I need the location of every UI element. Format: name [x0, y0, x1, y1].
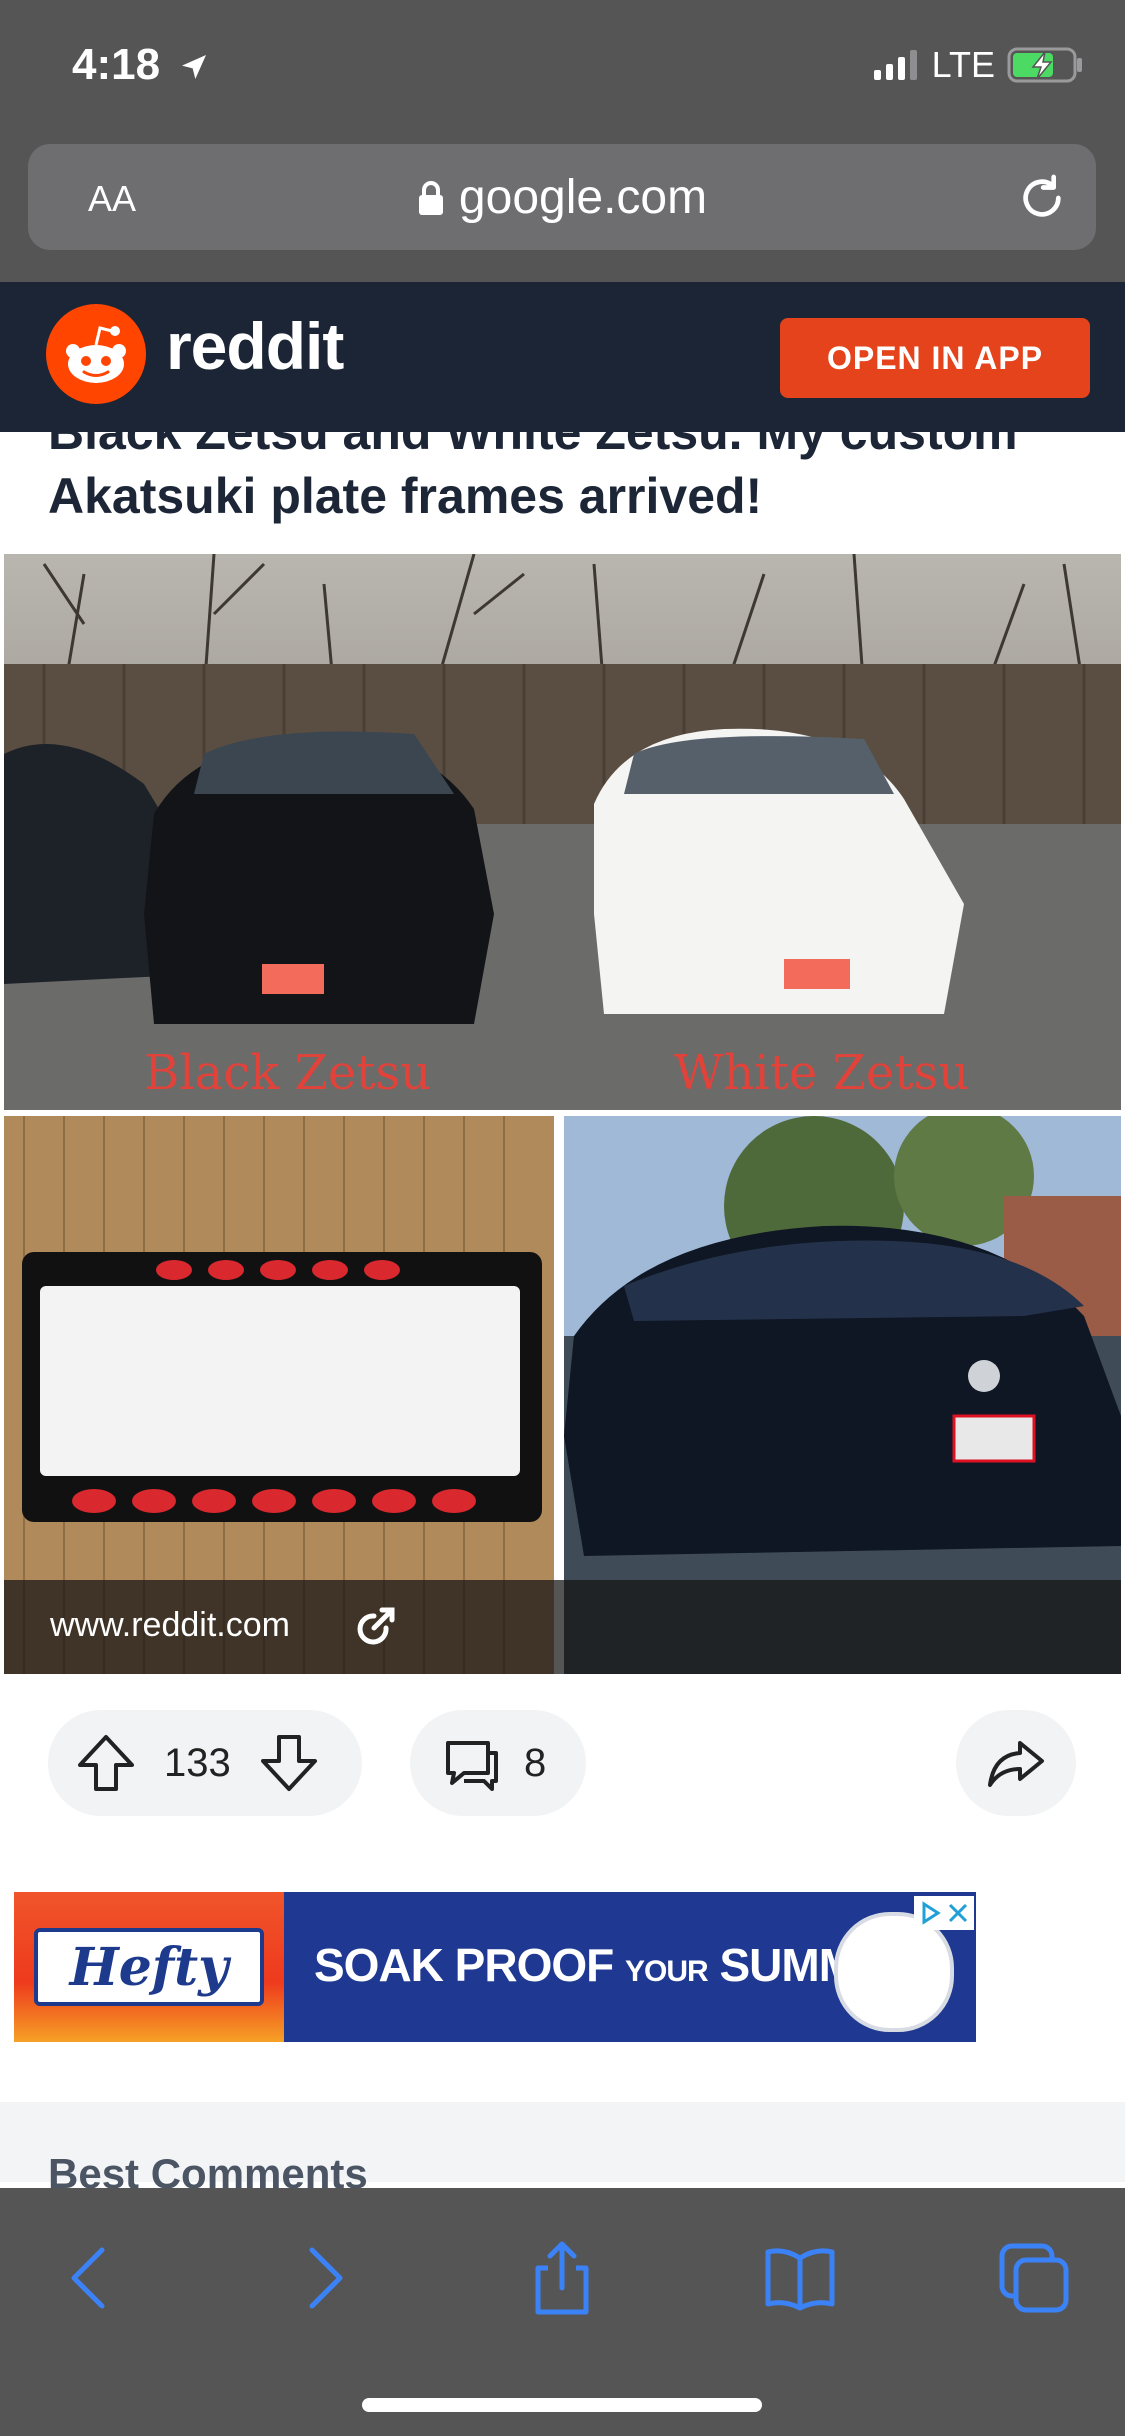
- comment-count: 8: [524, 1740, 547, 1785]
- reload-icon[interactable]: [1014, 170, 1070, 226]
- post-image-gallery[interactable]: Black Zetsu White Zetsu www.reddit.com: [4, 554, 1121, 1674]
- home-indicator[interactable]: [362, 2398, 762, 2412]
- external-link-bar[interactable]: www.reddit.com: [4, 1580, 1121, 1674]
- hefty-ad-banner[interactable]: Hefty SOAK PROOF YOUR SUMMER: [14, 1892, 976, 2042]
- back-chevron-icon[interactable]: [52, 2238, 132, 2318]
- upvote-arrow-icon[interactable]: [74, 1731, 138, 1795]
- white-zetsu-caption: White Zetsu: [674, 1045, 969, 1101]
- ad-headline-part1: SOAK PROOF: [314, 1939, 614, 1991]
- vote-count: 133: [164, 1740, 231, 1785]
- network-type: LTE: [931, 44, 995, 85]
- ad-headline: SOAK PROOF YOUR SUMMER: [314, 1938, 919, 1992]
- vote-controls: 133: [48, 1710, 362, 1816]
- status-time: 4:18: [72, 40, 210, 90]
- url-display[interactable]: google.com: [28, 170, 1096, 228]
- url-text: google.com: [458, 171, 708, 224]
- forward-chevron-icon[interactable]: [282, 2238, 362, 2318]
- open-in-app-button[interactable]: OPEN IN APP: [780, 318, 1090, 398]
- lock-icon: [418, 180, 443, 215]
- ad-product-plate-image: [834, 1912, 954, 2032]
- close-icon[interactable]: [946, 1901, 970, 1925]
- black-zetsu-caption: Black Zetsu: [144, 1045, 431, 1101]
- link-domain: www.reddit.com: [50, 1606, 290, 1644]
- reddit-header: reddit OPEN IN APP: [0, 282, 1125, 432]
- status-indicators: LTE: [873, 44, 1085, 86]
- post-title[interactable]: Black Zetsu and White Zetsu. My custom A…: [48, 432, 1088, 528]
- address-bar[interactable]: AA google.com: [28, 144, 1096, 250]
- ad-choices-close[interactable]: [914, 1896, 974, 1930]
- external-link-icon: [357, 1607, 395, 1645]
- share-button[interactable]: [956, 1710, 1076, 1816]
- location-arrow-icon: [182, 55, 207, 80]
- battery-charging-icon: [1007, 47, 1082, 83]
- tabs-icon[interactable]: [994, 2238, 1074, 2318]
- post-actions: 133 8: [0, 1710, 1125, 1820]
- hefty-logo: Hefty: [34, 1928, 264, 2006]
- post-title-container: Black Zetsu and White Zetsu. My custom A…: [0, 432, 1125, 554]
- comment-bubble-icon: [446, 1741, 498, 1791]
- bookmarks-book-icon[interactable]: [760, 2238, 840, 2318]
- ad-brand-panel: Hefty: [14, 1892, 284, 2042]
- status-bar: 4:18 LTE: [0, 0, 1125, 140]
- signal-bars-icon: [873, 50, 917, 80]
- share-arrow-icon: [988, 1741, 1044, 1787]
- ad-choices-icon[interactable]: [918, 1901, 942, 1925]
- time-text: 4:18: [72, 40, 161, 89]
- reddit-wordmark[interactable]: reddit: [166, 308, 344, 384]
- cars-photo: Black Zetsu White Zetsu: [4, 554, 1121, 1110]
- reddit-snoo-logo-icon[interactable]: [46, 304, 146, 404]
- comments-button[interactable]: 8: [410, 1710, 586, 1816]
- ad-headline-part2: YOUR: [625, 1955, 709, 1988]
- downvote-arrow-icon[interactable]: [257, 1731, 321, 1795]
- post-image-cars[interactable]: Black Zetsu White Zetsu: [4, 554, 1121, 1110]
- share-icon[interactable]: [522, 2238, 602, 2318]
